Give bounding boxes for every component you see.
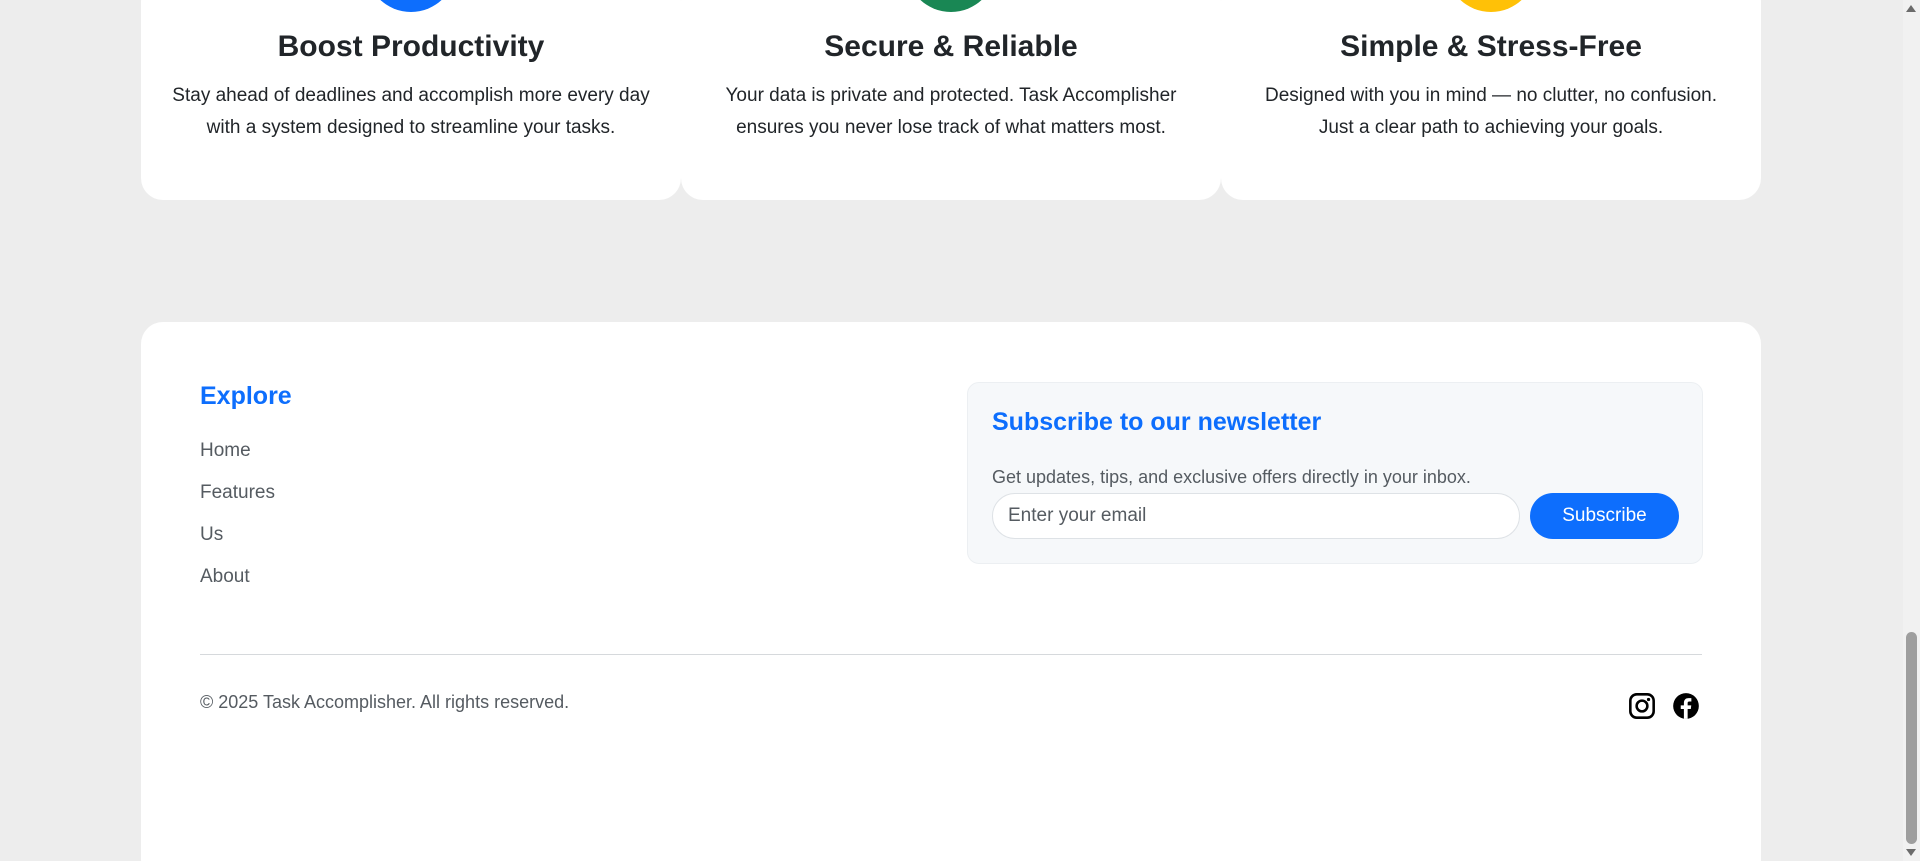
explore-links: Home Features Us About (200, 440, 275, 608)
explore-heading: Explore (200, 382, 292, 410)
feature-card-productivity: Boost Productivity Stay ahead of deadlin… (141, 0, 681, 200)
facebook-link[interactable] (1672, 692, 1700, 720)
feature-circle-icon (906, 0, 996, 12)
email-input[interactable] (992, 493, 1520, 539)
instagram-icon (1629, 693, 1655, 719)
feature-title: Boost Productivity (277, 30, 545, 63)
page-scrollbar[interactable] (1903, 0, 1920, 861)
feature-description: Stay ahead of deadlines and accomplish m… (172, 85, 650, 138)
instagram-link[interactable] (1628, 692, 1656, 720)
feature-card-simple: Simple & Stress-Free Designed with you i… (1221, 0, 1761, 200)
copyright-text: © 2025 Task Accomplisher. All rights res… (200, 692, 570, 712)
feature-description: Your data is private and protected. Task… (725, 85, 1177, 138)
feature-card-secure: Secure & Reliable Your data is private a… (681, 0, 1221, 200)
scroll-down-icon[interactable] (1906, 849, 1916, 856)
feature-circle-icon (366, 0, 456, 12)
feature-title: Simple & Stress-Free (1340, 30, 1642, 63)
footer-link-about[interactable]: About (200, 566, 275, 608)
footer-link-home[interactable]: Home (200, 440, 275, 482)
footer-link-us[interactable]: Us (200, 524, 275, 566)
scroll-up-icon[interactable] (1906, 5, 1916, 12)
feature-title: Secure & Reliable (824, 30, 1078, 63)
newsletter-title: Subscribe to our newsletter (992, 408, 1322, 436)
footer-divider (200, 654, 1702, 655)
site-footer: Explore Home Features Us About Subscribe… (141, 322, 1761, 861)
feature-description: Designed with you in mind — no clutter, … (1264, 85, 1718, 138)
footer-link-features[interactable]: Features (200, 482, 275, 524)
scrollbar-thumb[interactable] (1906, 632, 1917, 844)
subscribe-button[interactable]: Subscribe (1530, 493, 1679, 539)
feature-circle-icon (1446, 0, 1536, 12)
facebook-icon (1673, 693, 1699, 719)
newsletter-box: Subscribe to our newsletter Get updates,… (967, 382, 1703, 564)
newsletter-description: Get updates, tips, and exclusive offers … (992, 467, 1471, 487)
